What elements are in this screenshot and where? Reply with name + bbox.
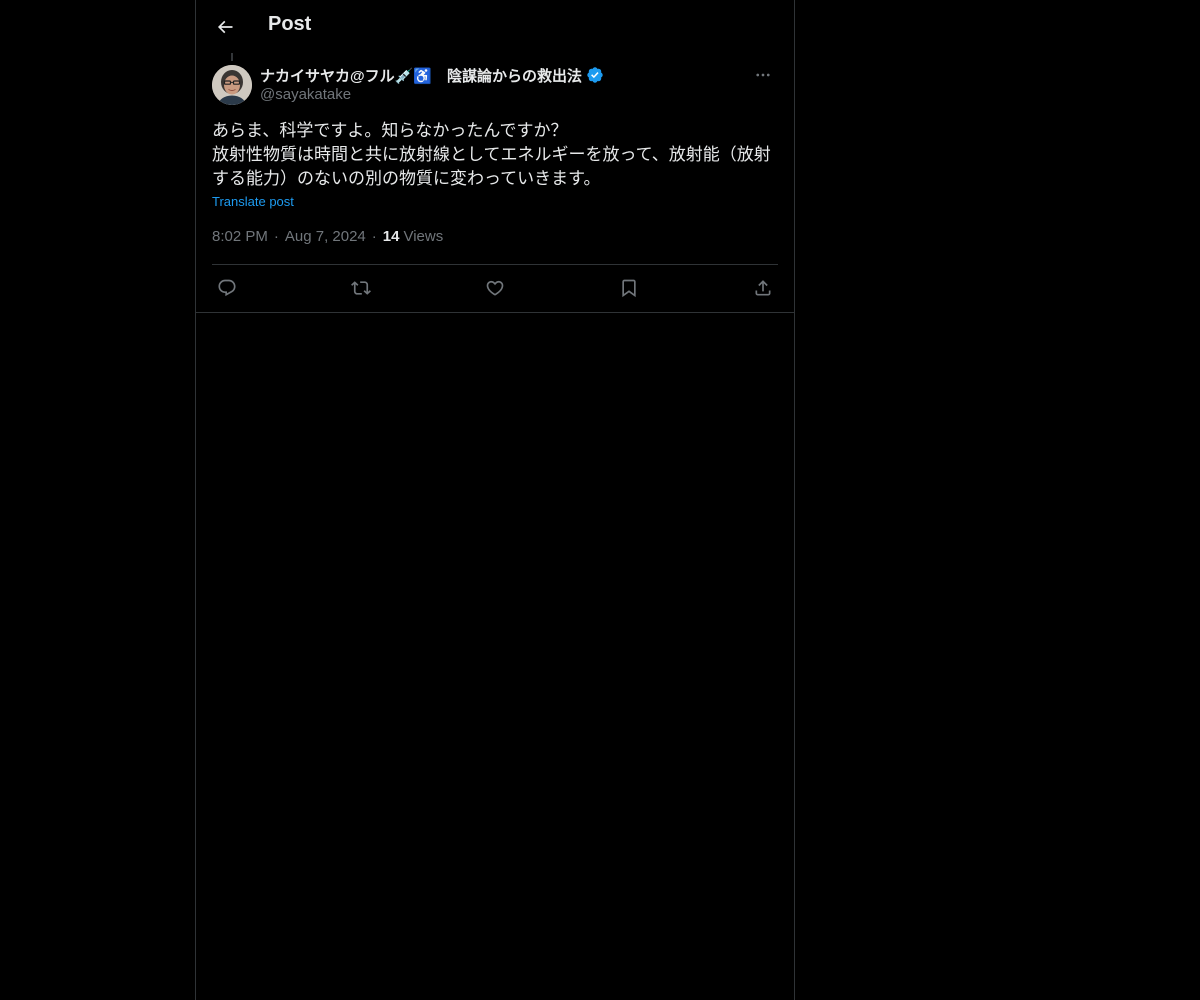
views-count: 14 [382,228,400,245]
avatar[interactable] [212,65,252,105]
action-bar [212,274,778,302]
tweet-bottom-border [196,312,794,313]
tweet-date[interactable]: Aug 7, 2024 [285,228,366,245]
views-label: Views [403,228,444,245]
heart-icon [486,280,504,296]
tweet-time[interactable]: 8:02 PM [212,228,268,245]
like-button[interactable] [480,274,510,302]
share-icon [755,280,771,296]
more-horizontal-icon [756,73,770,77]
bookmark-button[interactable] [614,274,644,302]
arrow-left-icon [217,20,233,34]
divider [212,264,778,265]
share-button[interactable] [748,274,778,302]
translate-post-link[interactable]: Translate post [212,194,294,209]
bookmark-icon [622,279,636,298]
reply-icon [218,279,236,297]
tweet-metadata: 8:02 PM · Aug 7, 2024 · 14 Views [212,228,443,245]
primary-column: Post ナカイサヤカ@フル💉♿️ 陰謀論からの救出法 @sayakatake … [195,0,795,1000]
author-display-name[interactable]: ナカイサヤカ@フル💉♿️ 陰謀論からの救出法 [260,65,582,86]
name-row: ナカイサヤカ@フル💉♿️ 陰謀論からの救出法 [260,64,740,86]
page-header: Post [196,0,794,53]
more-button[interactable] [748,62,778,88]
separator: · [371,228,377,245]
reply-button[interactable] [212,274,242,302]
author-handle[interactable]: @sayakatake [260,86,740,103]
separator: · [273,228,279,245]
tweet-text: あらま、科学ですよ。知らなかったんですか？ 放射性物質は時間と共に放射線としてエ… [212,121,771,188]
back-button[interactable] [208,10,242,44]
repost-button[interactable] [346,274,376,302]
repost-icon [351,281,371,295]
thread-connector-line [231,53,233,61]
avatar-image [212,65,252,105]
verified-badge-icon[interactable] [586,66,604,84]
author-info: ナカイサヤカ@フル💉♿️ 陰謀論からの救出法 @sayakatake [260,64,740,103]
page-title: Post [268,13,312,35]
